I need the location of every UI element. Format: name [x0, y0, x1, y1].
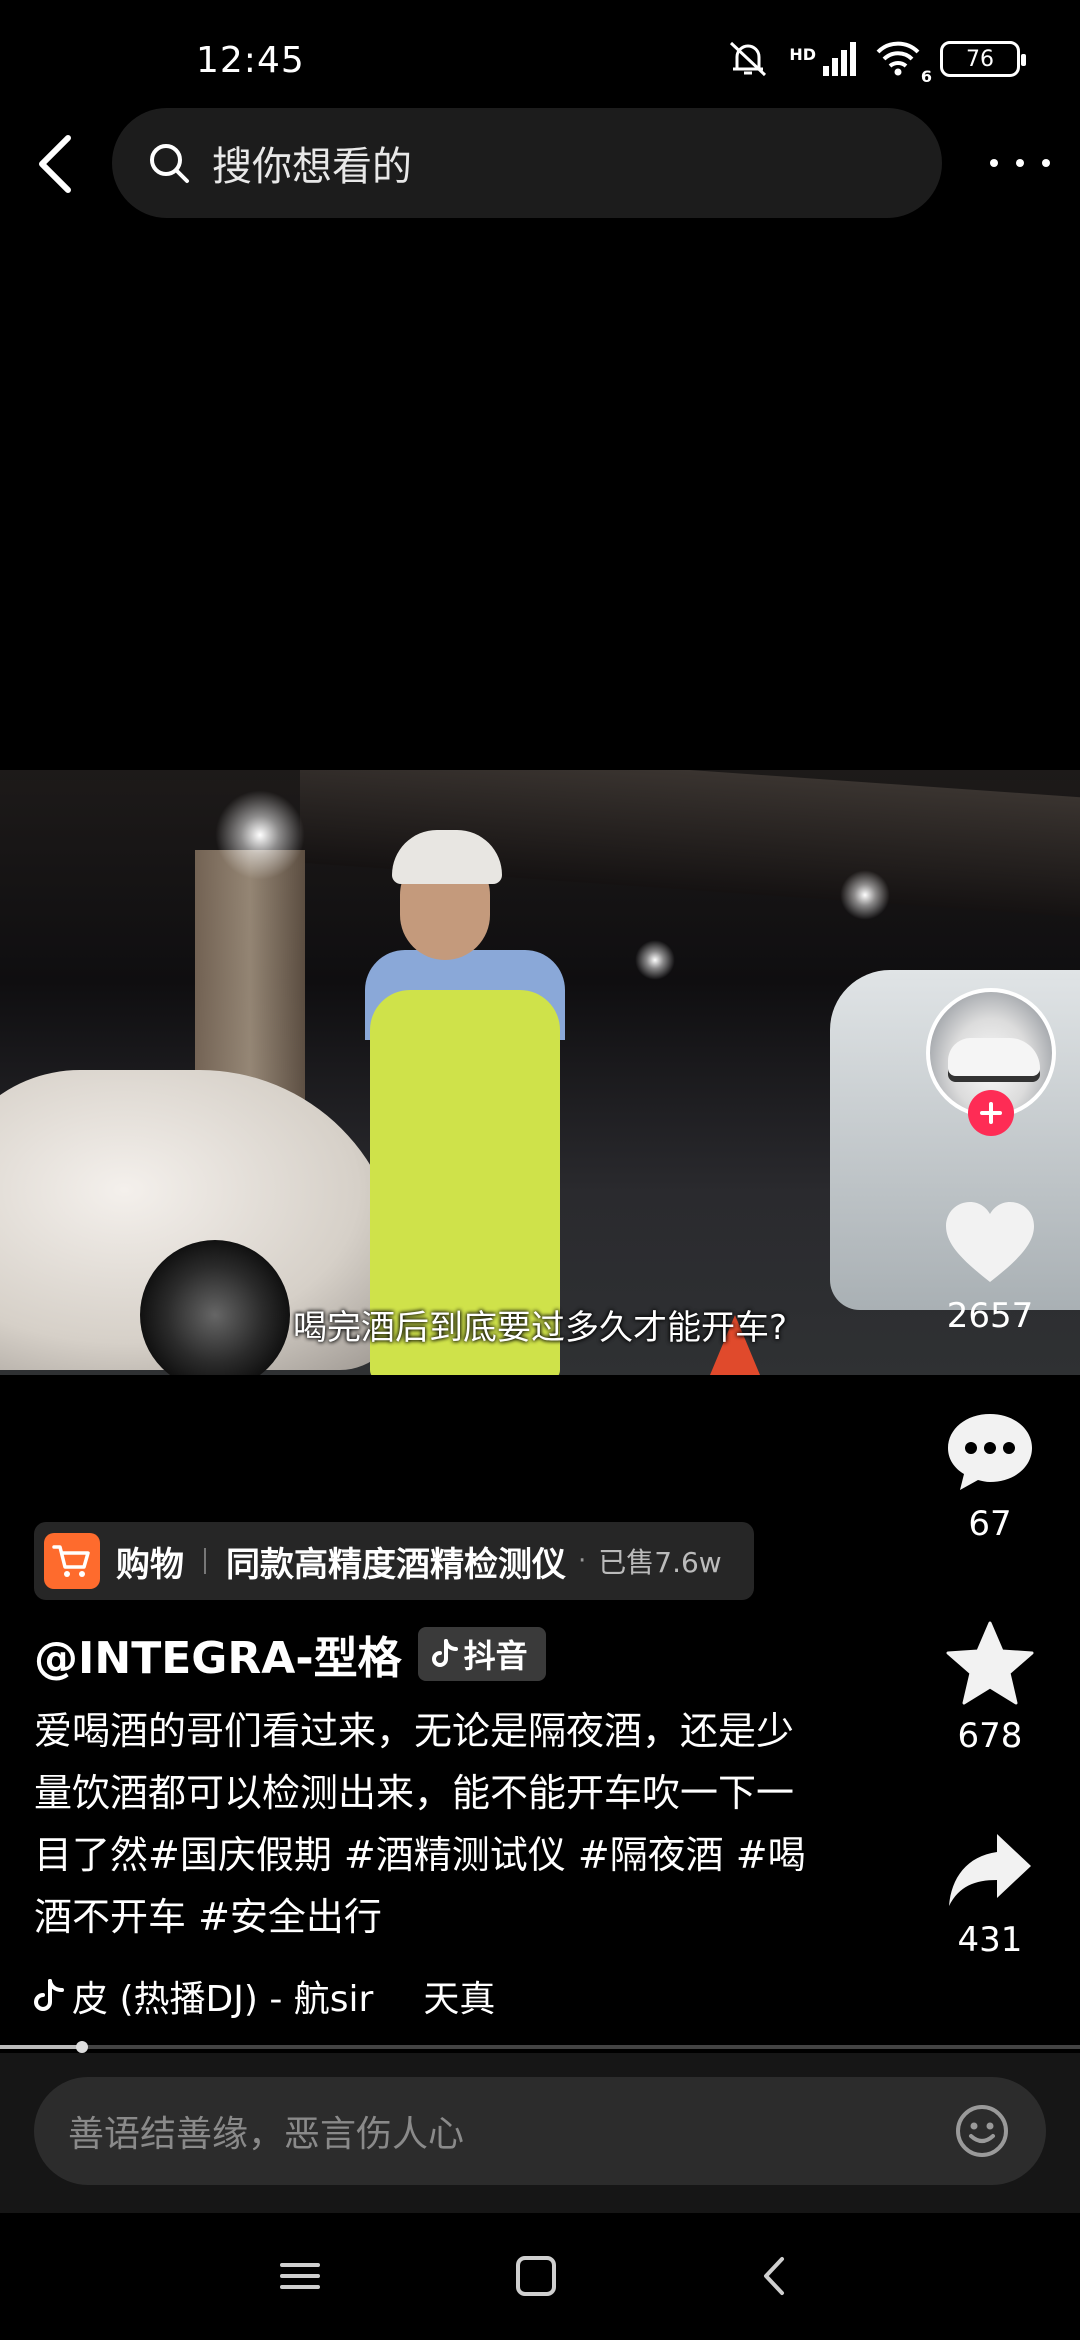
video-light — [215, 790, 305, 880]
status-bar: 12:45 HD 6 76 — [0, 0, 1080, 120]
video-description[interactable]: 爱喝酒的哥们看过来，无论是隔夜酒，还是少量饮酒都可以检测出来，能不能开车吹一下一… — [34, 1700, 814, 1948]
back-icon[interactable] — [746, 2251, 806, 2301]
comment-placeholder: 善语结善缘，恶言伤人心 — [68, 2114, 465, 2155]
comment-bar: 善语结善缘，恶言伤人心 — [0, 2053, 1080, 2213]
shop-dot: · — [578, 1546, 587, 1576]
shop-product-title: 同款高精度酒精检测仪 — [226, 1544, 566, 1585]
system-nav-bar — [0, 2213, 1080, 2340]
share-button[interactable]: 431 — [930, 1830, 1050, 1960]
wifi-icon: 6 — [874, 38, 932, 86]
favorite-button[interactable]: 678 — [930, 1620, 1050, 1756]
back-arrow-icon — [39, 135, 71, 193]
back-button[interactable] — [28, 128, 88, 200]
more-button[interactable] — [990, 138, 1050, 188]
mute-icon — [730, 41, 767, 77]
more-icon-dot — [1016, 159, 1024, 167]
like-button[interactable]: 2657 — [930, 1200, 1050, 1336]
status-time: 12:45 — [196, 40, 305, 81]
heart-icon — [946, 1202, 1034, 1282]
douyin-badge: 抖音 — [417, 1627, 546, 1681]
signal-icon: HD — [789, 42, 856, 76]
video-subtitle: 喝完酒后到底要过多久才能开车? — [292, 1308, 788, 1348]
shop-divider — [204, 1548, 206, 1574]
douyin-badge-label: 抖音 — [463, 1637, 528, 1675]
author-name[interactable]: @INTEGRA-型格 — [34, 1622, 402, 1686]
wifi-label: 6 — [920, 67, 932, 86]
share-count: 431 — [957, 1920, 1023, 1960]
search-placeholder: 搜你想看的 — [212, 144, 412, 190]
battery-indicator: 76 — [940, 41, 1026, 77]
music-title: 皮 (热播DJ) - 航sir — [72, 1979, 374, 2020]
status-icons: HD 6 76 — [725, 38, 1026, 86]
share-icon — [949, 1834, 1031, 1906]
music-title-next: 天真 — [423, 1979, 496, 2020]
search-icon — [150, 144, 189, 183]
more-icon-dot — [1042, 159, 1050, 167]
avatar-car-image — [948, 1038, 1040, 1076]
video-light — [840, 870, 890, 920]
comment-input[interactable]: 善语结善缘，恶言伤人心 — [34, 2077, 1046, 2185]
cart-icon — [44, 1533, 100, 1589]
shop-sold-count: 已售7.6w — [598, 1546, 722, 1579]
comment-count: 67 — [968, 1504, 1012, 1544]
home-icon[interactable] — [506, 2251, 566, 2301]
comment-icon — [948, 1414, 1032, 1490]
music-note-icon — [34, 1979, 64, 2011]
tiktok-icon — [431, 1639, 458, 1667]
video-progress-bar[interactable] — [0, 2041, 1080, 2053]
follow-button[interactable] — [968, 1090, 1014, 1136]
video-light — [635, 940, 675, 980]
favorite-count: 678 — [957, 1716, 1023, 1756]
network-label: HD — [789, 45, 816, 64]
video-player[interactable] — [0, 770, 1080, 1375]
progress-handle[interactable] — [76, 2041, 89, 2053]
shop-label: 购物 — [116, 1544, 184, 1585]
emoji-icon[interactable] — [954, 2103, 1010, 2159]
star-icon — [946, 1621, 1034, 1705]
progress-fill — [0, 2045, 83, 2049]
comment-button[interactable]: 67 — [930, 1410, 1050, 1544]
like-count: 2657 — [946, 1296, 1034, 1336]
author-avatar-group[interactable] — [926, 988, 1056, 1136]
music-info[interactable]: 皮 (热播DJ) - 航sir 天真 — [34, 1968, 594, 2024]
author-row: @INTEGRA-型格 抖音 — [34, 1622, 546, 1686]
plus-icon — [980, 1102, 1002, 1124]
more-icon — [990, 159, 998, 167]
search-input[interactable]: 搜你想看的 — [112, 108, 942, 218]
menu-icon[interactable] — [270, 2251, 330, 2301]
shopping-tag[interactable]: 购物 同款高精度酒精检测仪 · 已售7.6w — [34, 1522, 754, 1600]
